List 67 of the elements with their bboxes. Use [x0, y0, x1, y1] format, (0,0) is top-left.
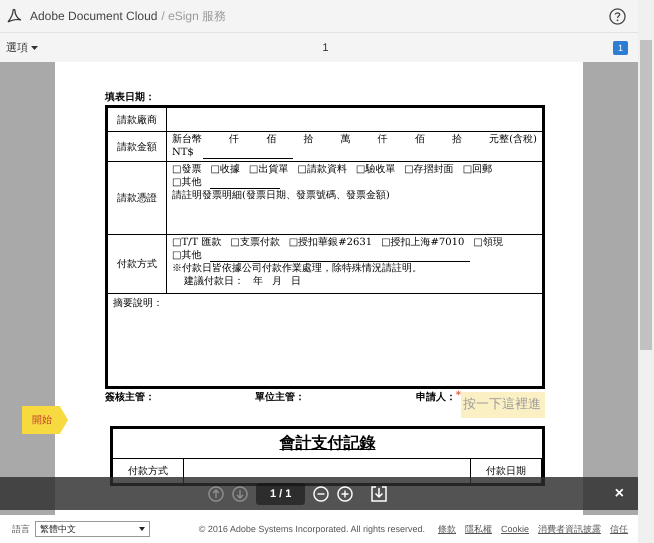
form-text: 建議付款日： — [184, 276, 244, 288]
form-text: □驗收單 — [356, 164, 396, 176]
row-label: 請款金額 — [117, 140, 157, 154]
amount-text: 拾 — [452, 134, 462, 146]
form-text: □回郵 — [462, 164, 492, 176]
form-text: □存摺封面 — [404, 164, 454, 176]
amount-text: 元整(含稅) — [489, 134, 537, 146]
form-text: 月 — [272, 276, 282, 288]
form-text: 請註明發票明細(發票日期、發票號碼、發票金額) — [172, 190, 390, 202]
record-title: 會計支付記錄 — [280, 432, 376, 452]
form-text: □支票付款 — [230, 237, 280, 249]
footer-link[interactable]: Cookie — [500, 524, 529, 534]
footer-link[interactable]: 隱私權 — [464, 522, 492, 536]
row-label: 請款憑證 — [117, 192, 157, 205]
amount-text: 萬 — [340, 134, 351, 146]
acrobat-logo-icon — [6, 8, 22, 24]
amount-text: 仟 — [229, 134, 240, 146]
footer-link[interactable]: 信任 — [610, 522, 628, 536]
date-label: 填表日期： — [105, 90, 156, 104]
amount-text: 新台幣 — [172, 134, 202, 146]
caret-icon — [31, 46, 38, 50]
options-menu[interactable]: 選項 — [6, 40, 38, 55]
form-text: 年 — [253, 276, 263, 288]
row-label: 付款方式 — [117, 258, 157, 271]
row-label: 請款廠商 — [117, 114, 157, 126]
start-tag[interactable]: 開始 — [22, 406, 68, 434]
download-icon[interactable] — [371, 486, 388, 502]
form-text: 日 — [291, 276, 301, 288]
required-mark: * — [456, 392, 461, 400]
language-label: 語言 — [12, 522, 30, 536]
form-text: □發票 — [172, 164, 202, 176]
page-badge[interactable]: 1 — [612, 40, 628, 54]
scrollbar[interactable] — [638, 0, 654, 543]
amount-text: 佰 — [414, 134, 425, 146]
caret-icon — [139, 527, 145, 531]
form-text: □領現 — [473, 237, 503, 249]
brand-name: Adobe Document Cloud — [30, 9, 158, 23]
amount-text: 佰 — [266, 134, 276, 146]
service-name: / eSign 服務 — [161, 8, 226, 24]
previous-page-icon[interactable] — [208, 486, 224, 502]
footer-link[interactable]: 條款 — [438, 522, 456, 536]
copyright-text: © 2016 Adobe Systems Incorporated. All rights reserved. — [198, 524, 425, 534]
zoom-in-icon[interactable] — [337, 486, 354, 502]
form-text: ※付款日皆依據公司付款作業處理，除特殊情況請註明。 — [172, 263, 422, 275]
close-button[interactable]: × — [614, 484, 624, 502]
form-text: □請款資料 — [297, 164, 347, 176]
language-select[interactable]: 繁體中文 — [35, 521, 150, 537]
form-text: □授扣上海#7010 — [381, 237, 464, 249]
signature-label: 單位主管： — [255, 392, 306, 404]
form-text: □其他 — [172, 177, 202, 189]
help-icon[interactable] — [609, 8, 626, 24]
page-number: 1 — [322, 42, 329, 54]
signature-label: 申請人： — [416, 392, 456, 404]
zoom-out-icon[interactable] — [313, 486, 330, 502]
form-text: □收據 — [210, 164, 240, 176]
amount-text: 拾 — [303, 134, 314, 146]
form-text: □授扣華銀#2631 — [288, 237, 372, 249]
memo-label: 摘要說明： — [113, 298, 163, 309]
currency-text: NT$ — [172, 147, 194, 159]
footer-link[interactable]: 消費者資訊披露 — [538, 522, 601, 536]
form-text: □T/T 匯款 — [172, 237, 222, 249]
form-text: □其他 — [172, 250, 202, 262]
page-indicator: 1 / 1 — [256, 482, 306, 504]
amount-text: 仟 — [378, 134, 388, 146]
next-page-icon[interactable] — [232, 486, 248, 502]
signature-label: 簽核主管： — [105, 392, 156, 404]
form-text: □出貨單 — [248, 164, 288, 176]
